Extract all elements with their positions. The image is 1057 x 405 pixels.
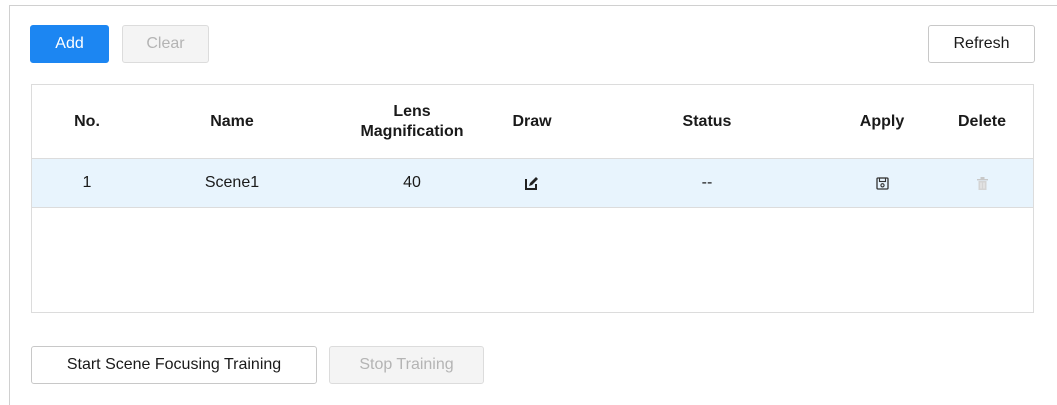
clear-button[interactable]: Clear bbox=[122, 25, 209, 63]
start-scene-focusing-training-button[interactable]: Start Scene Focusing Training bbox=[31, 346, 317, 384]
header-draw: Draw bbox=[512, 112, 552, 130]
header-status: Status bbox=[682, 112, 732, 130]
scene-table: No. Name Lens Magnification Draw Status … bbox=[31, 84, 1034, 313]
trash-icon[interactable] bbox=[937, 159, 1027, 207]
header-delete: Delete bbox=[957, 112, 1007, 130]
add-button[interactable]: Add bbox=[30, 25, 109, 63]
save-icon[interactable] bbox=[842, 159, 922, 207]
cell-no: 1 bbox=[82, 174, 92, 191]
header-lens-line2: Magnification bbox=[360, 122, 464, 140]
header-name: Name bbox=[210, 112, 254, 130]
table-row[interactable]: 1 Scene1 40 -- bbox=[32, 159, 1033, 208]
table-header: No. Name Lens Magnification Draw Status … bbox=[32, 85, 1033, 159]
edit-icon[interactable] bbox=[492, 159, 572, 207]
cell-lens-magnification: 40 bbox=[403, 174, 421, 191]
header-no: No. bbox=[74, 112, 100, 130]
header-lens-magnification: Lens Magnification bbox=[332, 85, 492, 158]
cell-status: -- bbox=[701, 174, 713, 191]
refresh-button[interactable]: Refresh bbox=[928, 25, 1035, 63]
stop-training-button[interactable]: Stop Training bbox=[329, 346, 484, 384]
header-lens-line1: Lens bbox=[393, 102, 431, 120]
header-apply: Apply bbox=[859, 112, 905, 130]
cell-name: Scene1 bbox=[204, 174, 260, 191]
